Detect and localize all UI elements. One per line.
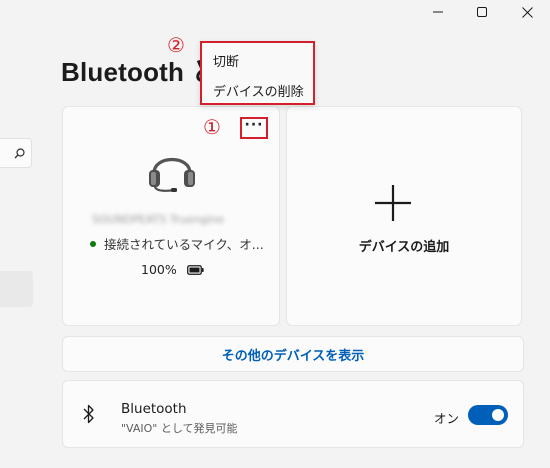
connected-dot-icon — [90, 240, 96, 247]
annotation-1: ① — [203, 115, 221, 139]
bluetooth-toggle-label: オン — [434, 411, 460, 426]
add-device-label: デバイスの追加 — [358, 240, 450, 255]
bluetooth-toggle[interactable] — [468, 405, 508, 425]
sidebar-search-box[interactable] — [0, 138, 32, 168]
maximize-icon — [477, 7, 487, 17]
toggle-knob — [492, 409, 504, 421]
close-button[interactable] — [504, 0, 550, 24]
minimize-button[interactable] — [415, 0, 461, 24]
menu-item-disconnect[interactable]: 切断 — [213, 51, 239, 70]
page-title: Bluetooth と — [61, 57, 218, 87]
bluetooth-title: Bluetooth — [121, 401, 187, 417]
battery-info: 100% — [141, 262, 204, 277]
maximize-button[interactable] — [459, 0, 505, 24]
headset-icon — [147, 145, 197, 197]
battery-icon — [186, 264, 204, 275]
bluetooth-subtitle: "VAIO" として発見可能 — [121, 422, 238, 435]
bluetooth-icon — [83, 404, 95, 428]
search-icon — [14, 147, 25, 158]
battery-percent: 100% — [141, 262, 177, 277]
device-status-text: 接続されているマイク、オ... — [104, 237, 264, 252]
view-more-devices-button[interactable]: その他のデバイスを表示 — [62, 336, 524, 372]
annotation-2: ② — [167, 33, 185, 57]
close-icon — [521, 6, 533, 18]
context-menu: 切断 デバイスの削除 — [200, 41, 315, 105]
menu-item-remove-device[interactable]: デバイスの削除 — [213, 81, 304, 100]
more-options-label: ··· — [244, 117, 264, 133]
minimize-icon — [433, 11, 443, 13]
device-name: SOUNDPEATS Truengine — [92, 213, 224, 226]
more-options-button[interactable]: ··· — [240, 117, 268, 139]
plus-icon — [374, 184, 412, 226]
device-status: 接続されているマイク、オ... — [90, 234, 264, 253]
sidebar-selected-item[interactable] — [0, 271, 33, 307]
